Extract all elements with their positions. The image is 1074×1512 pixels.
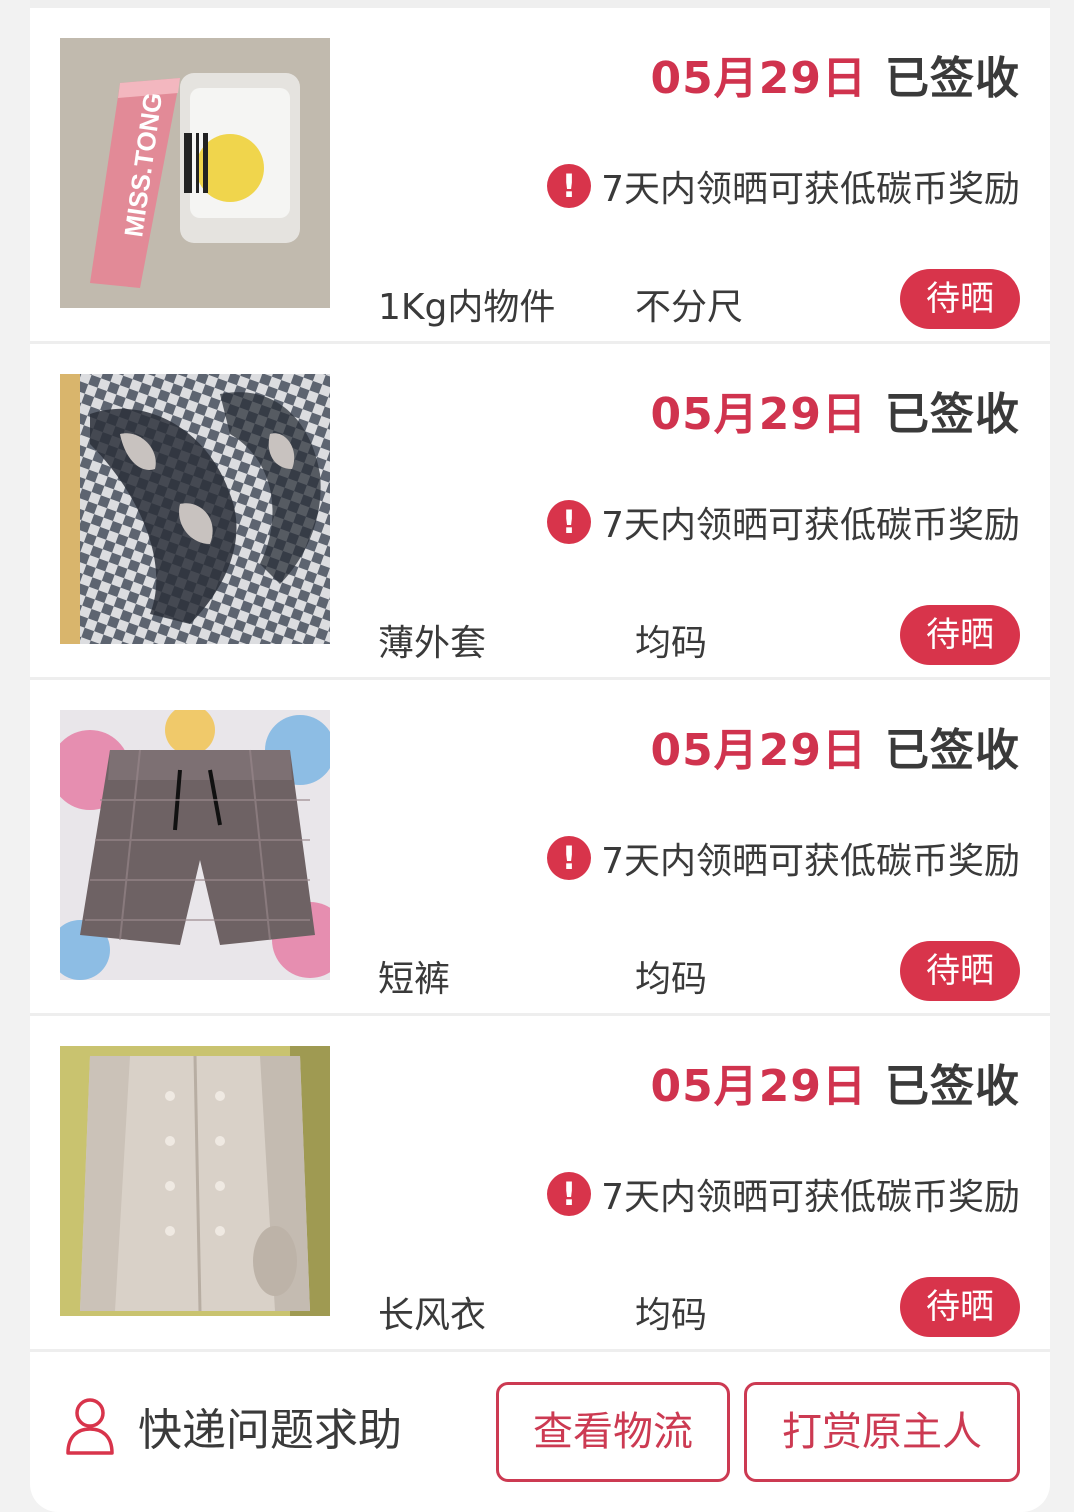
reward-notice-text: 7天内领晒可获低碳币奖励: [601, 169, 1020, 210]
order-item: 05月29日 已签收 ! 7天内领晒可获低碳币奖励 短裤 均码 待晒: [30, 680, 1050, 1016]
pending-share-button[interactable]: 待晒: [900, 605, 1020, 665]
alert-icon: !: [547, 164, 592, 208]
item-size: 不分尺: [635, 287, 744, 328]
reward-notice-text: 7天内领晒可获低碳币奖励: [601, 505, 1020, 546]
delivery-status: 已签收: [885, 725, 1020, 776]
item-name: 1Kg内物件: [378, 287, 556, 328]
item-name: 薄外套: [378, 623, 487, 664]
order-item: MISS.TONG 05月29日 已签收 ! 7天内领晒可获低碳币奖励 1Kg内物…: [30, 8, 1050, 344]
delivery-status: 已签收: [885, 53, 1020, 104]
delivery-date: 05月29日: [650, 389, 867, 440]
alert-icon: !: [547, 500, 592, 544]
item-photo-shorts[interactable]: [60, 710, 330, 980]
delivery-status: 已签收: [885, 389, 1020, 440]
delivery-date-line: 05月29日 已签收: [651, 1050, 1020, 1114]
reward-notice: ! 7天内领晒可获低碳币奖励: [547, 496, 1020, 548]
alert-icon: !: [547, 1172, 592, 1216]
item-size: 均码: [635, 1295, 708, 1336]
item-size: 均码: [635, 959, 708, 1000]
person-outline-icon: [66, 1398, 114, 1455]
reward-notice: ! 7天内领晒可获低碳币奖励: [547, 832, 1020, 884]
tip-original-owner-button[interactable]: 打赏原主人: [744, 1382, 1020, 1482]
reward-notice: ! 7天内领晒可获低碳币奖励: [547, 160, 1020, 212]
reward-notice-text: 7天内领晒可获低碳币奖励: [601, 841, 1020, 882]
order-item: 05月29日 已签收 ! 7天内领晒可获低碳币奖励 薄外套 均码 待晒: [30, 344, 1050, 680]
pending-share-button[interactable]: 待晒: [900, 269, 1020, 329]
order-item: 05月29日 已签收 ! 7天内领晒可获低碳币奖励 长风衣 均码 待晒: [30, 1016, 1050, 1352]
reward-notice: ! 7天内领晒可获低碳币奖励: [547, 1168, 1020, 1220]
courier-help-label: 快递问题求助: [138, 1405, 402, 1456]
courier-help-link[interactable]: 快递问题求助: [64, 1394, 402, 1458]
item-photo-jacket[interactable]: [60, 374, 330, 644]
order-footer: 快递问题求助 查看物流 打赏原主人: [30, 1352, 1050, 1512]
item-photo-trench-coat[interactable]: [60, 1046, 330, 1316]
item-size: 均码: [635, 623, 708, 664]
alert-icon: !: [547, 836, 592, 880]
card-top-divider: [30, 0, 1050, 8]
view-logistics-button[interactable]: 查看物流: [496, 1382, 730, 1482]
reward-notice-text: 7天内领晒可获低碳币奖励: [601, 1177, 1020, 1218]
item-name: 长风衣: [378, 1295, 487, 1336]
delivery-status: 已签收: [885, 1061, 1020, 1112]
delivery-date-line: 05月29日 已签收: [651, 42, 1020, 106]
delivery-date: 05月29日: [650, 53, 867, 104]
delivery-date-line: 05月29日 已签收: [651, 378, 1020, 442]
delivery-date: 05月29日: [650, 725, 867, 776]
pending-share-button[interactable]: 待晒: [900, 941, 1020, 1001]
order-card: MISS.TONG 05月29日 已签收 ! 7天内领晒可获低碳币奖励 1Kg内物…: [30, 0, 1050, 1512]
delivery-date-line: 05月29日 已签收: [651, 714, 1020, 778]
delivery-date: 05月29日: [650, 1061, 867, 1112]
item-photo-snack[interactable]: MISS.TONG: [60, 38, 330, 308]
pending-share-button[interactable]: 待晒: [900, 1277, 1020, 1337]
item-name: 短裤: [378, 959, 451, 1000]
